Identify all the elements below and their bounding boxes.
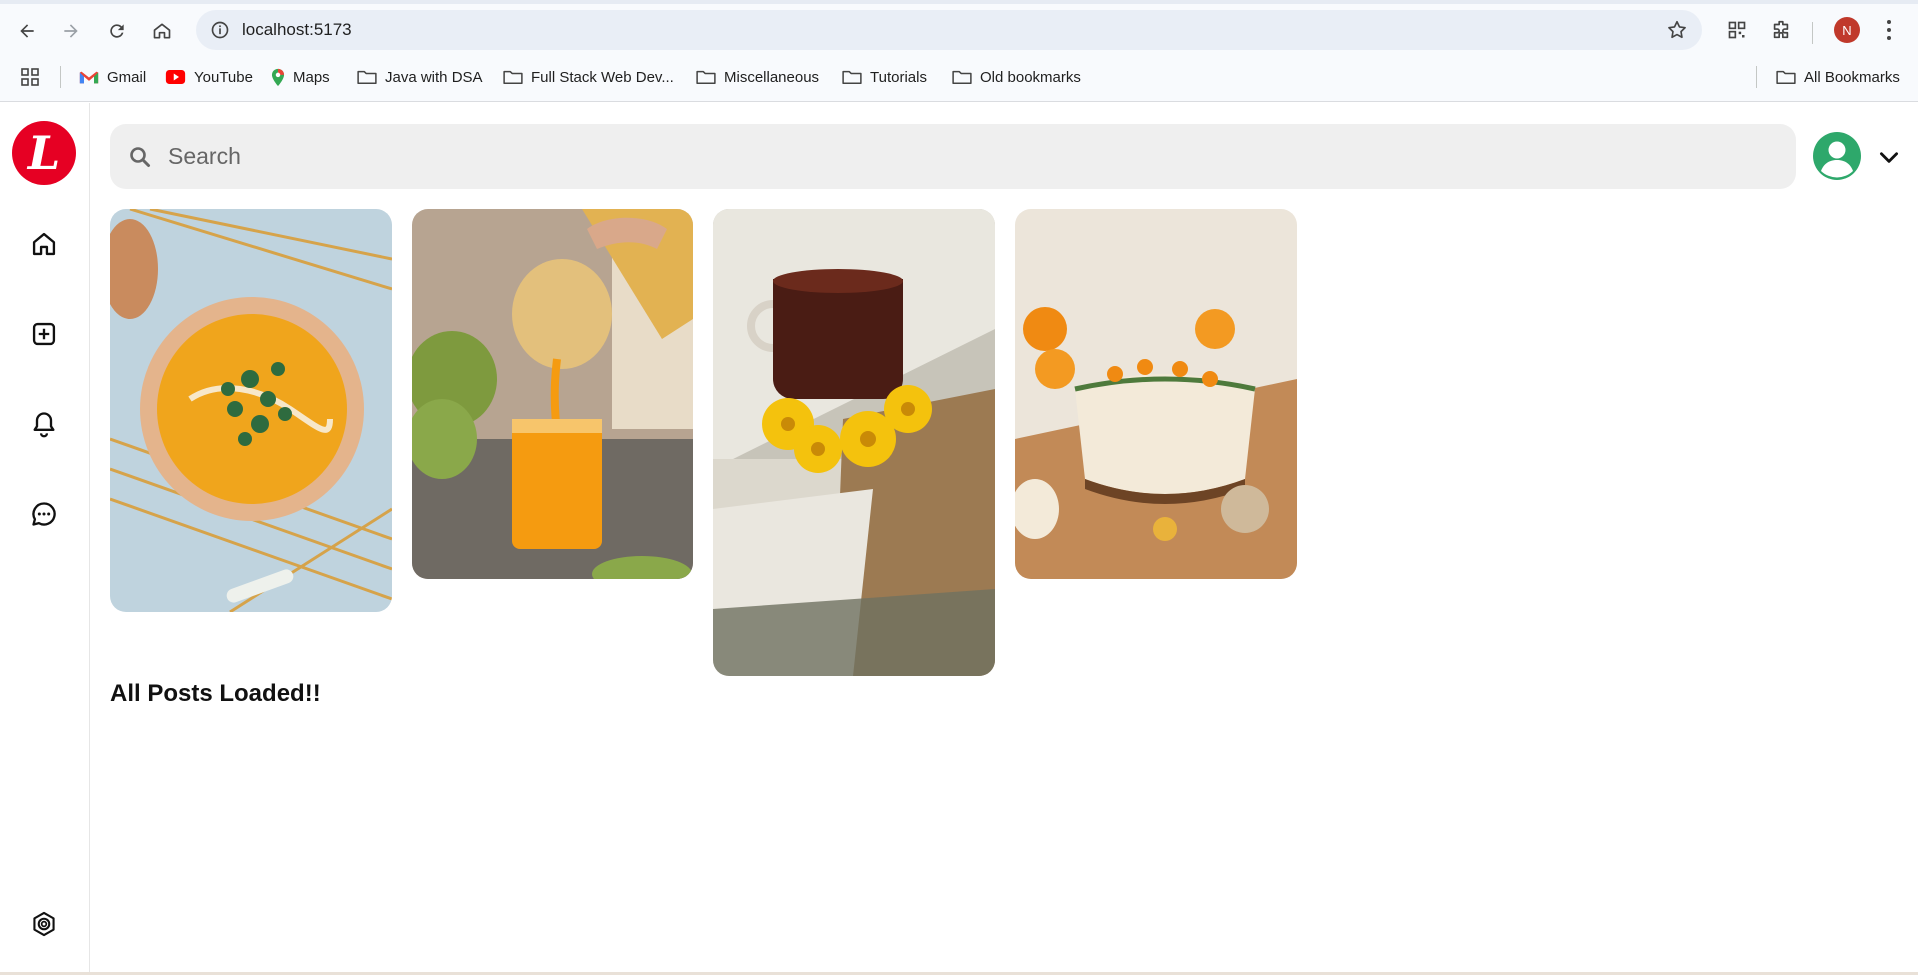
bookmark-star-icon[interactable] xyxy=(1666,19,1688,41)
address-bar[interactable]: localhost:5173 xyxy=(196,10,1702,50)
folder-icon xyxy=(696,70,716,84)
forward-icon[interactable] xyxy=(54,14,88,48)
bookmark-folder[interactable]: Miscellaneous xyxy=(696,64,819,90)
search-icon xyxy=(130,147,150,167)
youtube-icon xyxy=(165,70,186,84)
pin-image-soup xyxy=(110,209,392,612)
extensions-icon[interactable] xyxy=(1768,17,1794,43)
tab-strip xyxy=(0,0,1918,4)
folder-icon xyxy=(503,70,523,84)
browser-chrome: localhost:5173 N Gmail YouTube Maps Java… xyxy=(0,0,1918,102)
logo-letter: L xyxy=(27,126,61,180)
gmail-icon xyxy=(79,71,99,83)
user-avatar-icon[interactable] xyxy=(1812,131,1862,181)
bookmarks-separator xyxy=(1756,66,1757,88)
bookmark-label: YouTube xyxy=(194,68,253,86)
pin-card[interactable] xyxy=(1015,209,1297,579)
search-input[interactable] xyxy=(168,134,1768,179)
pin-card[interactable] xyxy=(713,209,995,676)
home-icon[interactable] xyxy=(26,226,62,262)
bookmark-label: Java with DSA xyxy=(385,68,483,86)
bookmark-label: Tutorials xyxy=(870,68,927,86)
pin-image-cheesecake xyxy=(1015,209,1297,579)
browser-toolbar: localhost:5173 xyxy=(0,8,1918,54)
bookmark-folder[interactable]: Old bookmarks xyxy=(952,64,1081,90)
toolbar-separator xyxy=(1812,22,1813,44)
reload-icon[interactable] xyxy=(100,14,134,48)
bookmark-label: Maps xyxy=(293,68,330,86)
site-info-icon[interactable] xyxy=(210,20,230,40)
folder-icon xyxy=(1776,70,1796,84)
pin-card[interactable] xyxy=(412,209,693,579)
pin-image-tea xyxy=(713,209,995,676)
apps-grid-icon[interactable] xyxy=(20,64,48,90)
create-icon[interactable] xyxy=(26,316,62,352)
pin-image-juice xyxy=(412,209,693,579)
profile-avatar[interactable]: N xyxy=(1834,17,1860,43)
messages-icon[interactable] xyxy=(26,496,62,532)
maps-icon xyxy=(271,68,285,86)
bookmark-maps[interactable]: Maps xyxy=(271,64,330,90)
bookmark-gmail[interactable]: Gmail xyxy=(79,64,146,90)
bookmarks-separator xyxy=(60,66,61,88)
chevron-down-icon[interactable] xyxy=(1876,144,1902,170)
url-text[interactable]: localhost:5173 xyxy=(242,20,352,40)
settings-icon[interactable] xyxy=(26,906,62,942)
folder-icon xyxy=(952,70,972,84)
all-posts-loaded-message: All Posts Loaded!! xyxy=(110,680,321,707)
bookmarks-bar: Gmail YouTube Maps Java with DSA Full St… xyxy=(0,62,1918,92)
all-bookmarks-label: All Bookmarks xyxy=(1804,68,1900,86)
folder-icon xyxy=(357,70,377,84)
bookmark-label: Full Stack Web Dev... xyxy=(531,68,674,86)
search-bar[interactable] xyxy=(110,124,1796,189)
bookmark-label: Miscellaneous xyxy=(724,68,820,86)
bookmark-youtube[interactable]: YouTube xyxy=(165,64,253,90)
sidebar: L xyxy=(0,103,90,975)
bookmark-label: Gmail xyxy=(107,68,147,86)
bookmark-label: Old bookmarks xyxy=(980,68,1081,86)
back-icon[interactable] xyxy=(10,14,44,48)
browser-menu-icon[interactable] xyxy=(1882,15,1896,45)
home-page-icon[interactable] xyxy=(145,14,179,48)
folder-icon xyxy=(842,70,862,84)
app-logo[interactable]: L xyxy=(12,121,76,185)
notifications-icon[interactable] xyxy=(26,406,62,442)
bookmark-folder[interactable]: Tutorials xyxy=(842,64,927,90)
pin-card[interactable] xyxy=(110,209,392,612)
bookmark-folder[interactable]: Java with DSA xyxy=(357,64,483,90)
bookmark-folder[interactable]: Full Stack Web Dev... xyxy=(503,64,674,90)
qr-code-icon[interactable] xyxy=(1724,17,1750,43)
all-bookmarks-button[interactable]: All Bookmarks xyxy=(1776,64,1900,90)
